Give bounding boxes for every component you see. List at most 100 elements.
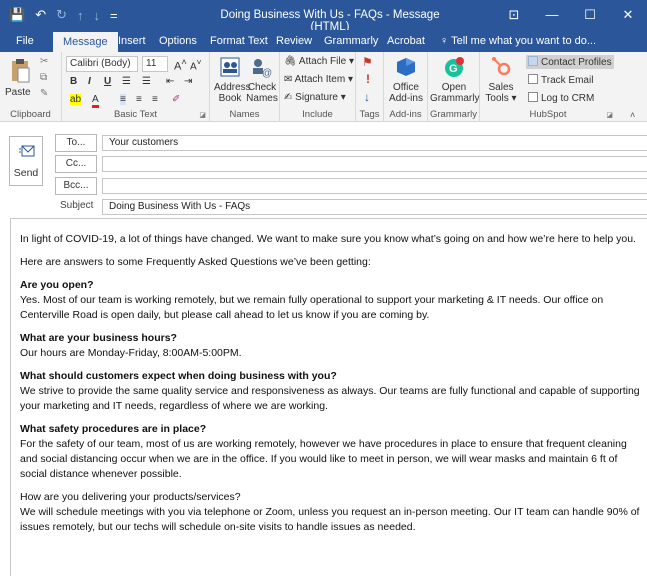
- font-size-select[interactable]: 11: [142, 56, 168, 72]
- sales-tools-button[interactable]: Sales Tools ▾: [482, 82, 520, 104]
- faq-answer: We will schedule meetings with you via t…: [20, 506, 640, 533]
- faq-item: What should customers expect when doing …: [20, 369, 640, 414]
- send-icon: [19, 145, 35, 157]
- cut-icon[interactable]: ✂: [40, 56, 48, 67]
- customize-qat-icon[interactable]: =: [110, 8, 118, 23]
- attach-item-button[interactable]: ✉ Attach Item ▾: [284, 74, 353, 85]
- next-item-icon[interactable]: ↓: [94, 8, 101, 23]
- align-center-icon[interactable]: ≡: [136, 94, 142, 105]
- undo-icon[interactable]: ↶: [35, 7, 46, 23]
- previous-item-icon[interactable]: ↑: [77, 8, 84, 23]
- faq-question: How are you delivering your products/ser…: [20, 491, 241, 503]
- clipboard-group-label: Clipboard: [10, 109, 51, 120]
- hubspot-launcher-icon[interactable]: ◪: [606, 111, 613, 119]
- faq-question: What are your business hours?: [20, 332, 177, 344]
- close-button[interactable]: ✕: [609, 0, 647, 30]
- align-right-icon[interactable]: ≡: [152, 94, 158, 105]
- address-book-icon[interactable]: [219, 56, 241, 78]
- follow-up-flag-icon[interactable]: ⚑: [362, 55, 373, 69]
- bcc-button[interactable]: Bcc...: [55, 177, 97, 195]
- checkbox-icon: [528, 74, 538, 84]
- hubspot-group-label: HubSpot: [529, 109, 567, 120]
- check-names-icon[interactable]: @: [250, 56, 272, 78]
- open-grammarly-button[interactable]: Open Grammarly: [430, 82, 479, 104]
- basic-text-launcher-icon[interactable]: ◪: [199, 111, 206, 119]
- log-to-crm-checkbox[interactable]: Log to CRM: [528, 92, 594, 104]
- align-left-icon[interactable]: ≡: [120, 94, 126, 105]
- faq-item: How are you delivering your products/ser…: [20, 490, 640, 535]
- highlight-icon[interactable]: ab: [70, 94, 82, 105]
- group-hubspot: Sales Tools ▾ Contact Profiles Track Ema…: [480, 52, 616, 122]
- contact-profiles-button[interactable]: Contact Profiles: [526, 55, 614, 69]
- subject-label: Subject: [60, 200, 94, 211]
- message-body[interactable]: In light of COVID-19, a lot of things ha…: [20, 232, 640, 543]
- bcc-field[interactable]: [102, 178, 647, 194]
- send-label: Send: [13, 167, 39, 179]
- save-icon[interactable]: 💾: [9, 7, 25, 23]
- check-names-button[interactable]: Check Names: [246, 82, 278, 104]
- tab-insert[interactable]: Insert: [114, 30, 150, 52]
- tab-grammarly[interactable]: Grammarly: [320, 30, 382, 52]
- decrease-indent-icon[interactable]: ⇤: [166, 76, 174, 87]
- minimize-button[interactable]: —: [533, 0, 571, 30]
- sales-tools-icon[interactable]: [490, 56, 512, 78]
- group-clipboard: Paste ✂ ⧉ ✎ Clipboard: [0, 52, 62, 122]
- font-name-select[interactable]: Calibri (Body): [66, 56, 138, 72]
- cc-field[interactable]: [102, 156, 647, 172]
- faq-question: What safety procedures are in place?: [20, 423, 207, 435]
- copy-icon[interactable]: ⧉: [40, 72, 47, 83]
- numbering-icon[interactable]: ☰: [142, 76, 151, 87]
- grow-font-icon[interactable]: A˄: [174, 57, 187, 73]
- grammarly-icon[interactable]: G: [443, 56, 465, 78]
- redo-icon[interactable]: ↻: [56, 7, 67, 23]
- tab-format-text[interactable]: Format Text: [206, 30, 272, 52]
- include-group-label: Include: [302, 109, 333, 120]
- svg-text:@: @: [262, 68, 272, 78]
- ribbon-display-options-icon[interactable]: ⊡: [495, 0, 533, 30]
- title-bar: 💾 ↶ ↻ ↑ ↓ = Doing Business With Us - FAQ…: [0, 0, 647, 33]
- signature-icon: ✍: [284, 92, 296, 103]
- collapse-ribbon-icon[interactable]: ˄: [630, 110, 635, 120]
- office-add-ins-button[interactable]: Office Add-ins: [386, 82, 426, 104]
- quick-access-toolbar: 💾 ↶ ↻ ↑ ↓ =: [0, 7, 150, 23]
- address-book-button[interactable]: Address Book: [214, 82, 251, 104]
- paste-label[interactable]: Paste: [5, 87, 31, 98]
- signature-button[interactable]: ✍ Signature ▾: [284, 92, 346, 103]
- underline-button[interactable]: U: [104, 76, 111, 87]
- low-importance-icon[interactable]: ↓: [364, 90, 370, 104]
- group-names: @ Address Book Check Names Names: [210, 52, 280, 122]
- lead-paragraph: Here are answers to some Frequently Aske…: [20, 256, 371, 268]
- tell-me-search[interactable]: ♀ Tell me what you want to do...: [440, 30, 596, 52]
- tab-file[interactable]: File: [12, 30, 38, 52]
- send-button[interactable]: Send: [9, 136, 43, 186]
- tab-message[interactable]: Message: [53, 32, 118, 52]
- tab-options[interactable]: Options: [155, 30, 201, 52]
- high-importance-icon[interactable]: !: [366, 72, 370, 86]
- tab-review[interactable]: Review: [272, 30, 316, 52]
- tags-group-label: Tags: [359, 109, 380, 120]
- bullets-icon[interactable]: ☰: [122, 76, 131, 87]
- bold-button[interactable]: B: [70, 76, 77, 87]
- to-field[interactable]: Your customers: [102, 135, 647, 151]
- font-color-icon[interactable]: A: [92, 94, 99, 108]
- faq-item: What safety procedures are in place? For…: [20, 422, 640, 482]
- attach-file-button[interactable]: 🖇 Attach File ▾: [284, 56, 354, 67]
- track-email-checkbox[interactable]: Track Email: [528, 74, 593, 86]
- tab-acrobat[interactable]: Acrobat: [383, 30, 429, 52]
- format-painter-icon[interactable]: ✎: [40, 88, 48, 99]
- ribbon-tabs: File Message Insert Options Format Text …: [0, 30, 647, 52]
- faq-question: Are you open?: [20, 279, 94, 291]
- basic-text-group-label: Basic Text: [113, 109, 158, 120]
- increase-indent-icon[interactable]: ⇥: [184, 76, 192, 87]
- maximize-button[interactable]: ☐: [571, 0, 609, 30]
- ribbon: Paste ✂ ⧉ ✎ Clipboard Calibri (Body) 11 …: [0, 52, 647, 122]
- to-button[interactable]: To...: [55, 134, 97, 152]
- paste-icon[interactable]: [10, 58, 30, 84]
- paperclip-icon: 🖇: [284, 56, 299, 67]
- subject-field[interactable]: Doing Business With Us - FAQs: [102, 199, 647, 215]
- cc-button[interactable]: Cc...: [55, 155, 97, 173]
- office-add-ins-icon[interactable]: [395, 56, 417, 78]
- italic-button[interactable]: I: [88, 76, 91, 87]
- shrink-font-icon[interactable]: A˅: [190, 57, 202, 72]
- clear-formatting-icon[interactable]: ✐: [172, 94, 180, 105]
